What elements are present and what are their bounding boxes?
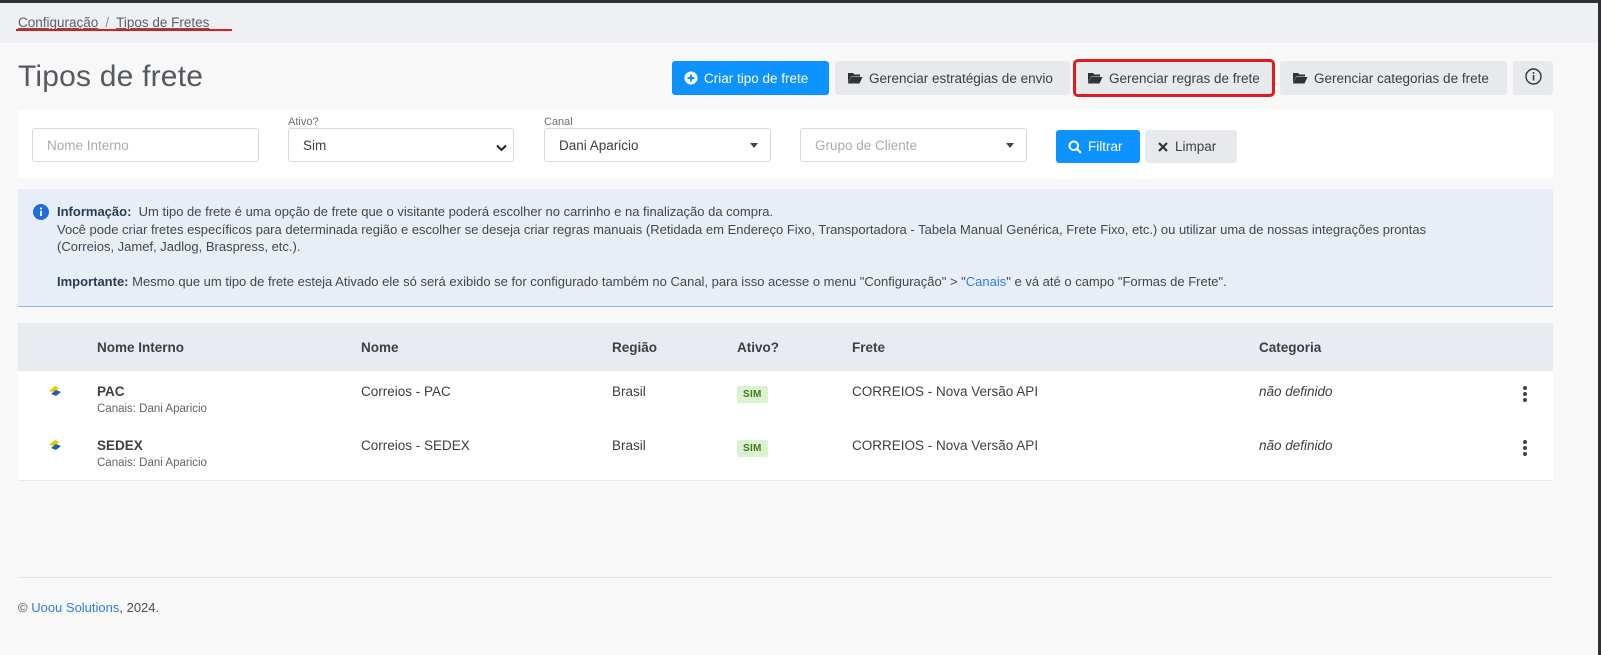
manage-categories-button[interactable]: Gerenciar categorias de frete: [1280, 61, 1507, 95]
footer: © Uoou Solutions, 2024.: [18, 600, 160, 615]
footer-divider: [18, 577, 1553, 578]
channels-link[interactable]: Canais: [966, 274, 1006, 289]
annotation-underline: [16, 29, 232, 31]
row-region: Brasil: [612, 384, 646, 399]
caret-down-icon: [1006, 143, 1014, 148]
more-options-icon[interactable]: [1523, 440, 1527, 458]
column-header-name[interactable]: Nome: [361, 340, 399, 355]
filter-button[interactable]: Filtrar: [1056, 130, 1140, 163]
page-title: Tipos de frete: [18, 60, 204, 93]
row-category: não definido: [1259, 384, 1333, 399]
info-line-3: (Correios, Jamef, Jadlog, Braspress, etc…: [57, 239, 301, 254]
row-freight: CORREIOS - Nova Versão API: [852, 384, 1039, 399]
clear-button[interactable]: Limpar: [1145, 130, 1237, 163]
folder-open-icon: [847, 72, 863, 84]
active-select[interactable]: Sim: [288, 128, 514, 162]
internal-name-input[interactable]: Nome Interno: [32, 128, 259, 162]
column-header-active[interactable]: Ativo?: [737, 340, 779, 355]
channel-filter-label: Canal: [544, 116, 573, 128]
table-row[interactable]: PAC Canais: Dani Aparicio Correios - PAC…: [18, 372, 1553, 427]
row-name: Correios - PAC: [361, 384, 451, 399]
active-filter-label: Ativo?: [288, 116, 319, 128]
more-options-icon[interactable]: [1523, 386, 1527, 404]
important-label: Importante:: [57, 274, 129, 289]
status-badge: SIM: [737, 440, 768, 457]
row-internal-name[interactable]: SEDEX: [97, 438, 143, 453]
close-icon: [1157, 141, 1169, 153]
info-circle-icon: [33, 204, 49, 223]
plus-circle-icon: [684, 71, 698, 85]
manage-strategies-button[interactable]: Gerenciar estratégias de envio: [835, 61, 1070, 95]
correios-logo-icon: [47, 438, 63, 455]
row-internal-name[interactable]: PAC: [97, 384, 125, 399]
folder-open-icon: [1292, 72, 1308, 84]
breadcrumb-separator: /: [105, 15, 110, 30]
chevron-down-icon: [496, 140, 507, 155]
search-icon: [1068, 140, 1082, 154]
info-alert: Informação: Um tipo de frete é uma opção…: [18, 189, 1553, 307]
row-freight: CORREIOS - Nova Versão API: [852, 438, 1039, 453]
manage-categories-label: Gerenciar categorias de frete: [1314, 70, 1489, 86]
create-freight-type-label: Criar tipo de frete: [704, 70, 809, 86]
info-line-1: Informação: Um tipo de frete é uma opção…: [57, 204, 774, 219]
breadcrumb-configuracao[interactable]: Configuração: [18, 15, 98, 30]
company-link[interactable]: Uoou Solutions: [31, 600, 119, 615]
channel-select[interactable]: Dani Aparicio: [544, 128, 771, 162]
breadcrumb: Configuração / Tipos de Fretes: [18, 15, 209, 30]
table-header: Nome Interno Nome Região Ativo? Frete Ca…: [18, 323, 1553, 371]
manage-rules-button[interactable]: Gerenciar regras de frete: [1073, 59, 1275, 97]
row-name: Correios - SEDEX: [361, 438, 470, 453]
folder-open-icon: [1087, 72, 1103, 84]
info-label: Informação:: [57, 204, 132, 219]
manage-strategies-label: Gerenciar estratégias de envio: [869, 70, 1053, 86]
row-category: não definido: [1259, 438, 1333, 453]
table-row[interactable]: SEDEX Canais: Dani Aparicio Correios - S…: [18, 426, 1553, 481]
column-header-region[interactable]: Região: [612, 340, 657, 355]
column-header-freight[interactable]: Frete: [852, 340, 885, 355]
status-badge: SIM: [737, 386, 768, 403]
column-header-category[interactable]: Categoria: [1259, 340, 1321, 355]
row-region: Brasil: [612, 438, 646, 453]
info-line-2: Você pode criar fretes específicos para …: [57, 222, 1427, 237]
breadcrumb-tipos-de-fretes[interactable]: Tipos de Fretes: [116, 15, 209, 30]
info-circle-icon: [1524, 68, 1542, 88]
column-header-internal-name[interactable]: Nome Interno: [97, 340, 184, 355]
customer-group-select[interactable]: Grupo de Cliente: [800, 128, 1027, 162]
correios-logo-icon: [47, 384, 63, 401]
row-channels: Canais: Dani Aparicio: [97, 403, 207, 415]
info-button[interactable]: [1513, 61, 1553, 95]
important-line: Importante: Mesmo que um tipo de frete e…: [57, 274, 1227, 289]
filter-bar: Nome Interno Ativo? Sim Canal Dani Apari…: [18, 110, 1553, 178]
caret-down-icon: [750, 143, 758, 148]
create-freight-type-button[interactable]: Criar tipo de frete: [672, 61, 829, 95]
manage-rules-label: Gerenciar regras de frete: [1109, 70, 1260, 86]
row-channels: Canais: Dani Aparicio: [97, 457, 207, 469]
breadcrumb-bar: Configuração / Tipos de Fretes: [0, 3, 1598, 43]
